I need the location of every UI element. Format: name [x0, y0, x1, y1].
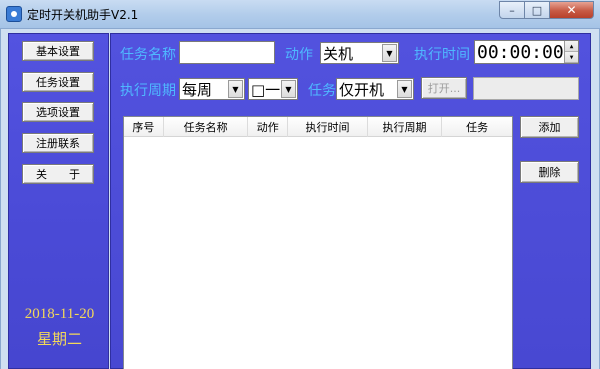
task-list-header: 序号 任务名称 动作 执行时间 执行周期 任务 [124, 117, 512, 137]
cycle-select[interactable]: 每周 ▼ [179, 78, 245, 100]
task-list[interactable]: 序号 任务名称 动作 执行时间 执行周期 任务 [123, 116, 513, 369]
delete-task-button[interactable]: 删除 [520, 161, 579, 183]
window-title: 定时开关机助手V2.1 [27, 8, 139, 22]
exec-time-label: 执行时间 [414, 47, 470, 63]
task-name-input[interactable] [179, 41, 275, 64]
cycle-label: 执行周期 [120, 83, 176, 99]
chevron-down-icon: ▼ [228, 80, 243, 98]
col-index[interactable]: 序号 [124, 117, 164, 137]
chevron-down-icon: ▼ [281, 80, 296, 98]
chevron-down-icon: ▼ [382, 44, 397, 62]
current-date: 2018-11-20 [24, 306, 95, 322]
col-task[interactable]: 任务 [442, 117, 512, 137]
current-weekday: 星期二 [36, 332, 82, 348]
col-exec-time[interactable]: 执行时间 [288, 117, 368, 137]
task-settings-button[interactable]: 任务设置 [22, 72, 94, 92]
task-type-select[interactable]: 仅开机 ▼ [336, 78, 414, 100]
app-icon [6, 6, 22, 22]
col-task-name[interactable]: 任务名称 [164, 117, 249, 137]
action-select-value: 关机 [323, 44, 354, 63]
about-button[interactable]: 关 于 [22, 164, 94, 184]
register-contact-button[interactable]: 注册联系 [22, 133, 94, 153]
action-select[interactable]: 关机 ▼ [320, 42, 399, 64]
exec-time-value: 00:00:00 [477, 41, 564, 63]
action-label: 动作 [285, 47, 313, 63]
minimize-button[interactable]: – [499, 1, 525, 19]
col-action[interactable]: 动作 [248, 117, 289, 137]
main-panel: 任务名称 动作 关机 ▼ 执行时间 00:00:00 ▲ ▼ 执行周期 每周 ▼… [110, 33, 591, 369]
basic-settings-button[interactable]: 基本设置 [22, 41, 94, 61]
maximize-button[interactable]: □ [525, 1, 550, 19]
weekday-select[interactable]: □一 ▼ [248, 78, 298, 100]
option-settings-button[interactable]: 选项设置 [22, 102, 94, 122]
cycle-select-value: 每周 [182, 80, 213, 99]
task-type-value: 仅开机 [339, 80, 385, 99]
spin-up-icon[interactable]: ▲ [565, 41, 578, 52]
file-path-field[interactable] [473, 77, 579, 100]
add-task-button[interactable]: 添加 [520, 116, 579, 138]
title-bar[interactable]: 定时开关机助手V2.1 – □ ✕ [0, 0, 600, 29]
weekday-select-value: □一 [251, 80, 281, 99]
col-exec-cycle[interactable]: 执行周期 [368, 117, 443, 137]
task-name-label: 任务名称 [120, 47, 176, 63]
spin-down-icon[interactable]: ▼ [565, 52, 578, 63]
close-button[interactable]: ✕ [550, 1, 594, 19]
exec-time-picker[interactable]: 00:00:00 ▲ ▼ [474, 40, 579, 64]
open-file-button[interactable]: 打开... [421, 77, 467, 99]
task-type-label: 任务 [308, 83, 336, 99]
sidebar: 基本设置 任务设置 选项设置 注册联系 关 于 2018-11-20 星期二 [8, 33, 109, 369]
window-controls: – □ ✕ [499, 1, 594, 19]
chevron-down-icon: ▼ [397, 80, 412, 98]
time-spinner[interactable]: ▲ ▼ [564, 41, 578, 63]
